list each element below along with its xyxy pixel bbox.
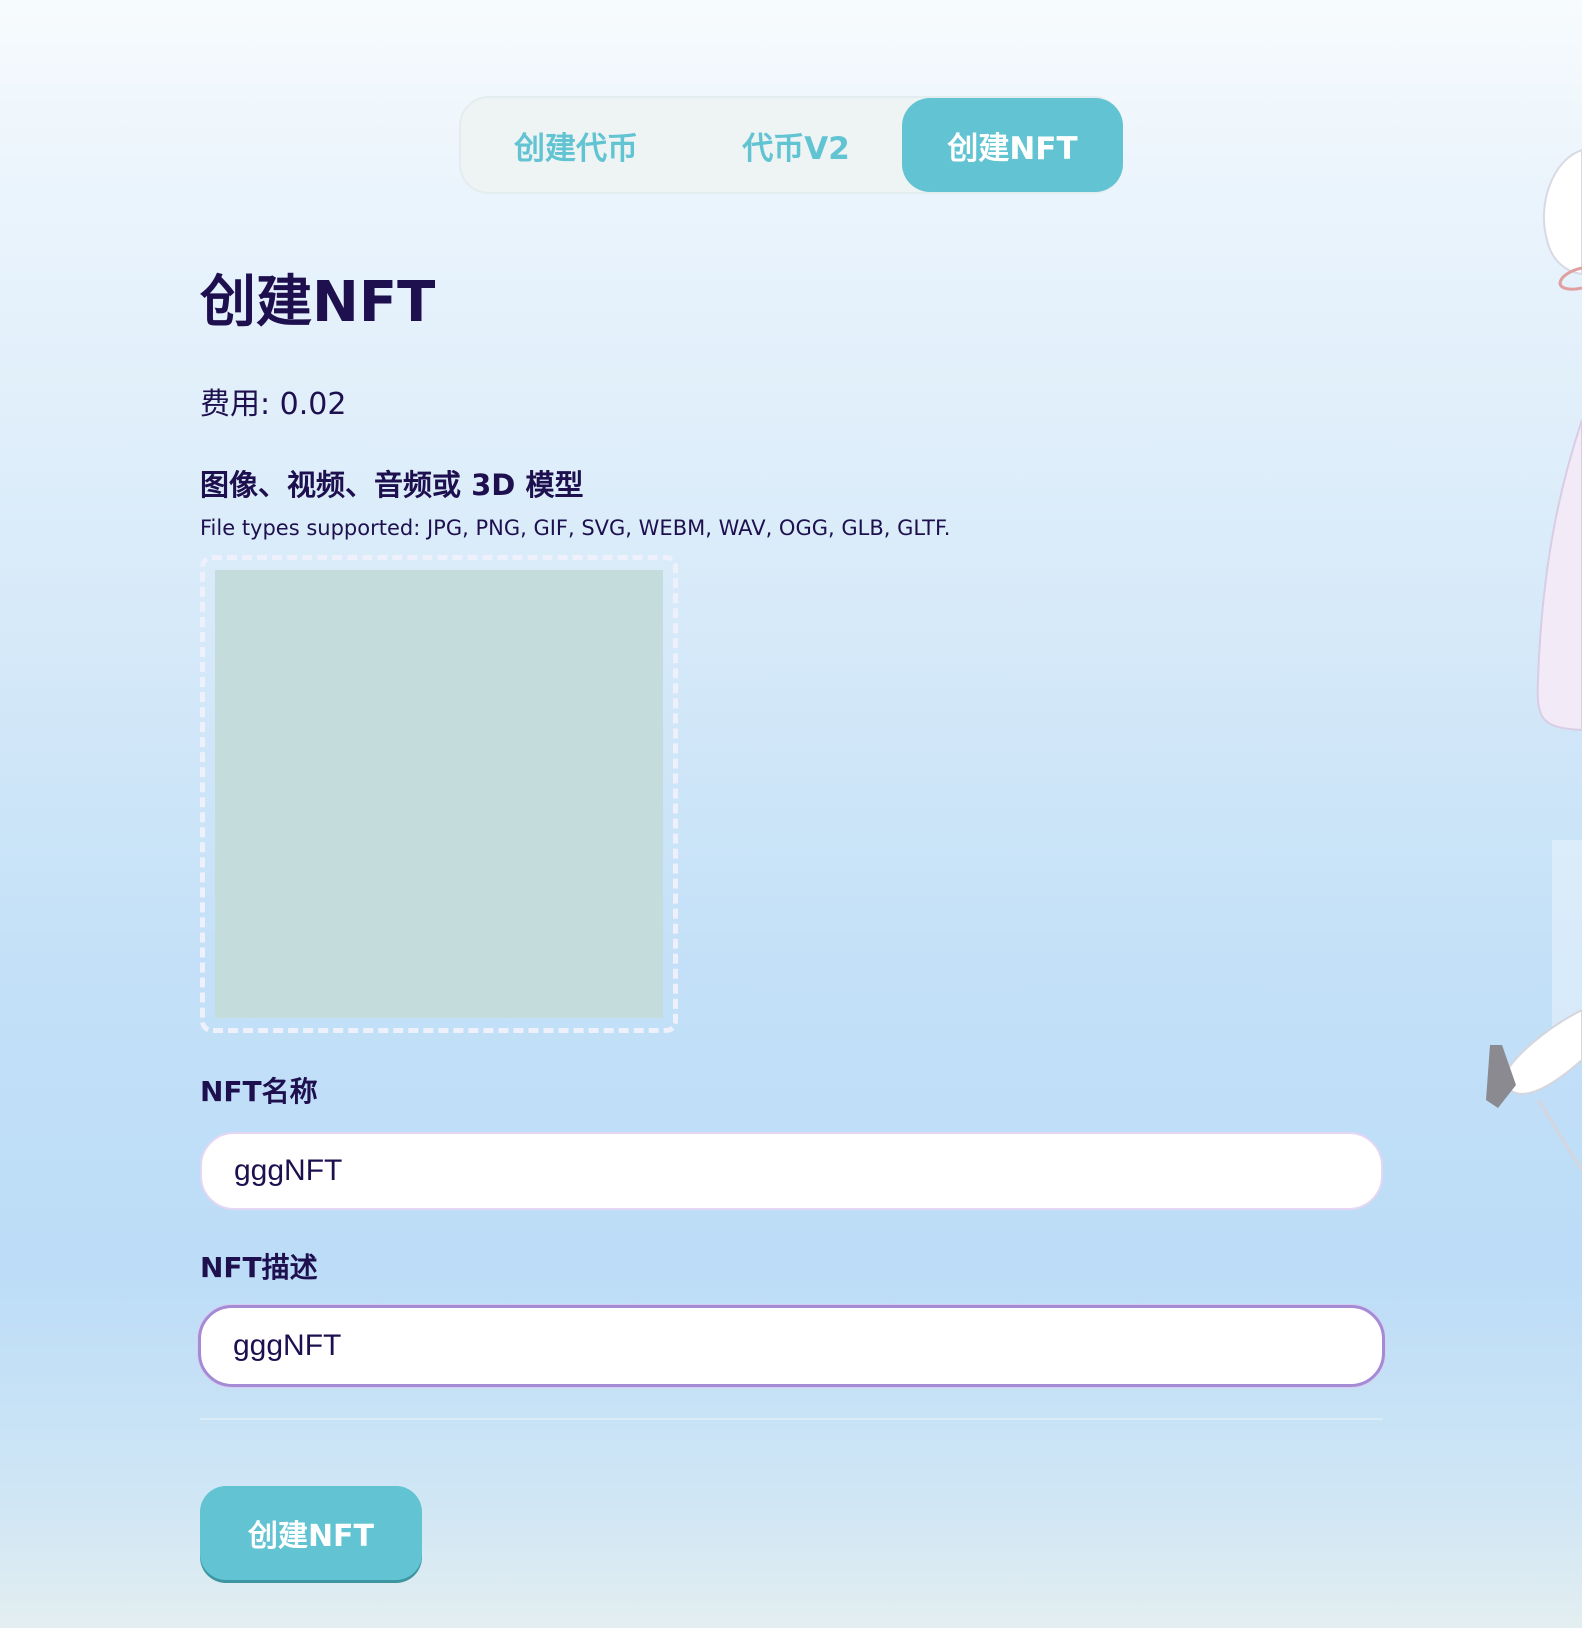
page-title: 创建NFT	[200, 270, 436, 335]
tab-token-v2[interactable]: 代币V2	[686, 98, 906, 192]
tab-create-nft[interactable]: 创建NFT	[902, 98, 1123, 192]
divider	[200, 1418, 1383, 1420]
media-dropzone[interactable]	[200, 555, 678, 1033]
media-heading: 图像、视频、音频或 3D 模型	[200, 468, 584, 502]
nft-description-label: NFT描述	[200, 1251, 318, 1284]
media-preview	[215, 570, 663, 1018]
file-types-note: File types supported: JPG, PNG, GIF, SVG…	[200, 516, 951, 540]
tab-create-token[interactable]: 创建代币	[461, 98, 691, 192]
nft-name-input[interactable]	[200, 1132, 1383, 1210]
fee-text: 费用: 0.02	[200, 387, 347, 422]
nft-description-input[interactable]	[198, 1305, 1385, 1387]
mascot-illustration	[1486, 148, 1582, 1171]
nft-name-label: NFT名称	[200, 1075, 318, 1108]
tab-bar: 创建代币 代币V2 创建NFT	[459, 96, 1123, 194]
create-nft-button[interactable]: 创建NFT	[200, 1486, 422, 1580]
